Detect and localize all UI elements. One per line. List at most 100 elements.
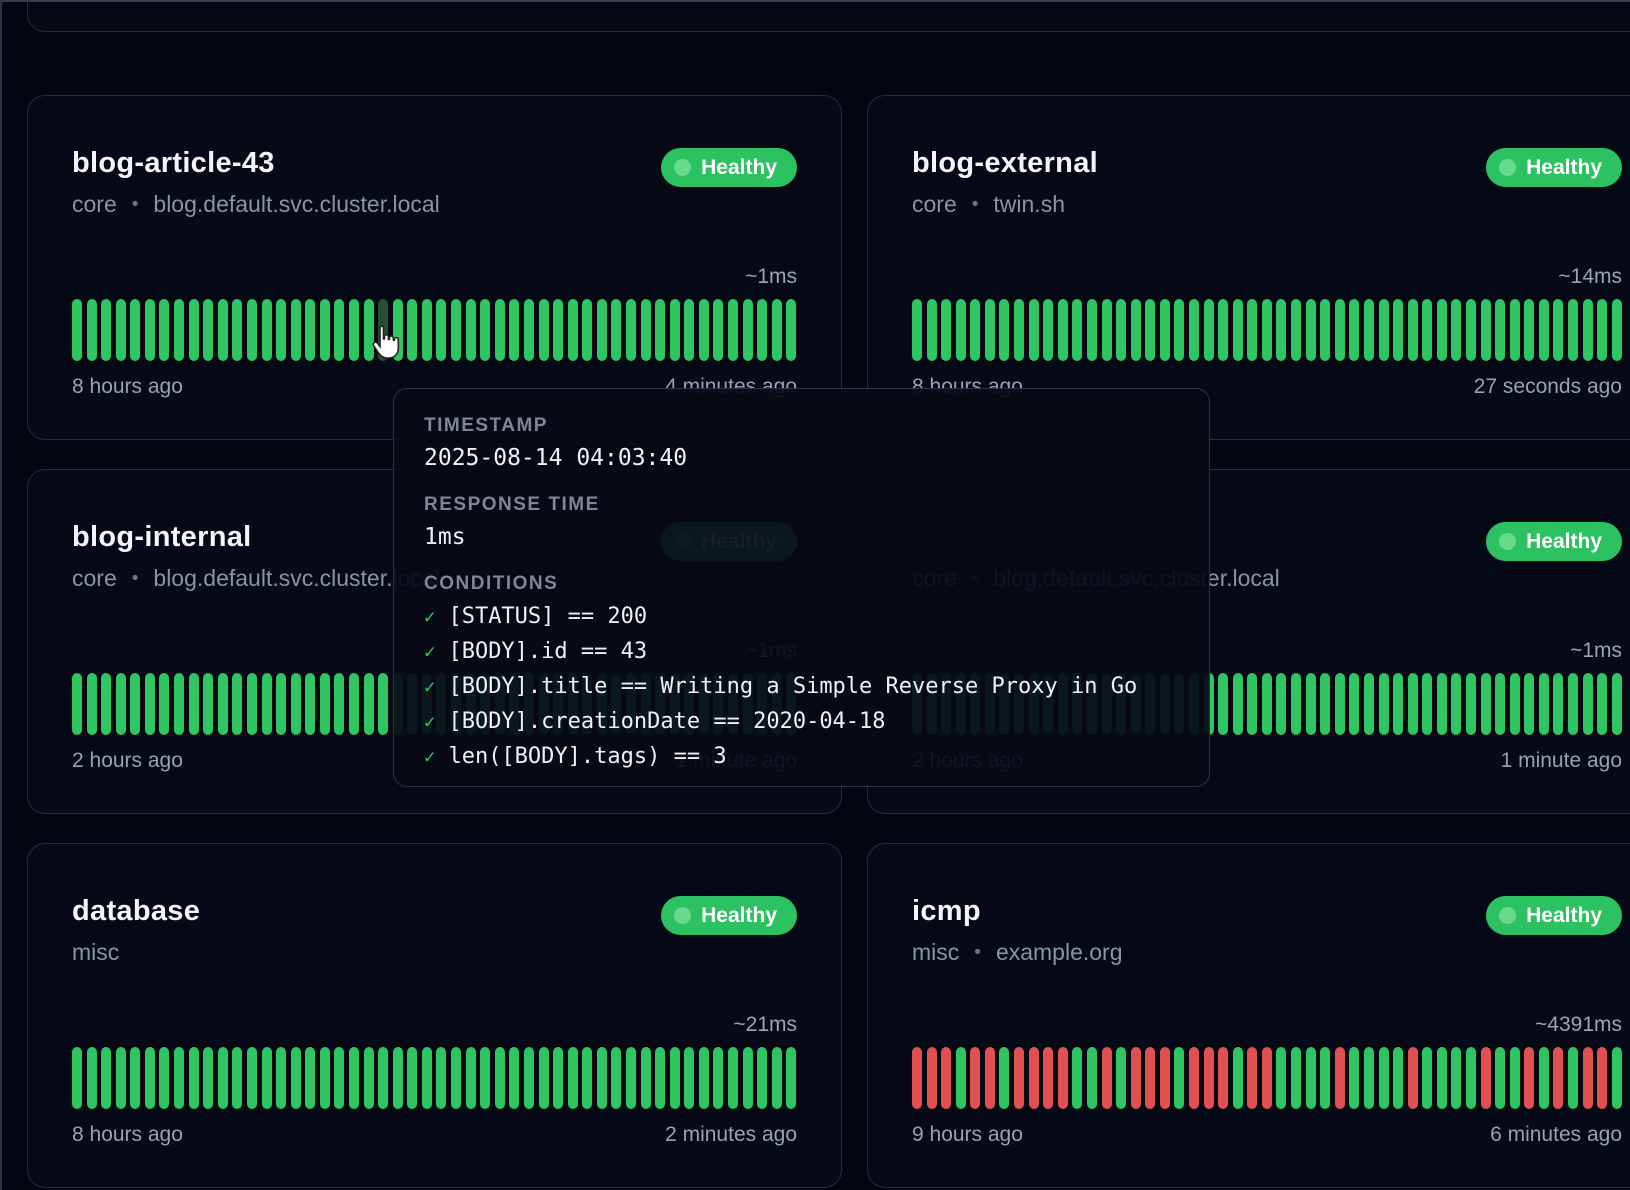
uptime-bar[interactable] <box>1481 299 1491 361</box>
uptime-bar[interactable] <box>145 1047 155 1109</box>
uptime-bar[interactable] <box>1102 1047 1112 1109</box>
uptime-bar[interactable] <box>1568 1047 1578 1109</box>
uptime-bar[interactable] <box>985 299 995 361</box>
uptime-bar[interactable] <box>1437 673 1447 735</box>
uptime-bar[interactable] <box>568 1047 578 1109</box>
uptime-bar[interactable] <box>87 299 97 361</box>
uptime-bar[interactable] <box>1218 299 1228 361</box>
uptime-bar[interactable] <box>334 673 344 735</box>
uptime-bar[interactable] <box>568 299 578 361</box>
uptime-bar[interactable] <box>1553 299 1563 361</box>
uptime-bar[interactable] <box>772 1047 782 1109</box>
uptime-bar[interactable] <box>218 299 228 361</box>
uptime-bar[interactable] <box>1437 1047 1447 1109</box>
uptime-bar[interactable] <box>1481 1047 1491 1109</box>
uptime-bar[interactable] <box>159 299 169 361</box>
uptime-bar[interactable] <box>1116 299 1126 361</box>
uptime-bar[interactable] <box>130 673 140 735</box>
previous-card-partial[interactable] <box>27 0 1630 32</box>
uptime-bar[interactable] <box>364 673 374 735</box>
uptime-bar[interactable] <box>743 1047 753 1109</box>
uptime-bar[interactable] <box>1189 299 1199 361</box>
uptime-bar[interactable] <box>553 299 563 361</box>
uptime-bar[interactable] <box>1306 673 1316 735</box>
uptime-bar[interactable] <box>970 299 980 361</box>
uptime-bar[interactable] <box>1058 1047 1068 1109</box>
uptime-bar[interactable] <box>218 673 228 735</box>
uptime-bar[interactable] <box>1597 673 1607 735</box>
uptime-bar[interactable] <box>1539 1047 1549 1109</box>
uptime-bar[interactable] <box>1189 1047 1199 1109</box>
uptime-bar[interactable] <box>1247 1047 1257 1109</box>
uptime-bar[interactable] <box>1262 299 1272 361</box>
uptime-bar[interactable] <box>509 299 519 361</box>
uptime-bar[interactable] <box>539 299 549 361</box>
uptime-bar[interactable] <box>1568 299 1578 361</box>
uptime-bar[interactable] <box>334 299 344 361</box>
uptime-bar[interactable] <box>1291 673 1301 735</box>
uptime-bar[interactable] <box>1393 673 1403 735</box>
uptime-bar[interactable] <box>1466 1047 1476 1109</box>
uptime-bar[interactable] <box>480 299 490 361</box>
uptime-bar[interactable] <box>436 1047 446 1109</box>
uptime-bar[interactable] <box>1539 673 1549 735</box>
uptime-bar[interactable] <box>116 299 126 361</box>
uptime-bar[interactable] <box>985 1047 995 1109</box>
uptime-bar[interactable] <box>291 673 301 735</box>
uptime-bar[interactable] <box>772 299 782 361</box>
uptime-bar[interactable] <box>72 299 82 361</box>
uptime-bar[interactable] <box>218 1047 228 1109</box>
uptime-bar[interactable] <box>1510 673 1520 735</box>
uptime-bar[interactable] <box>305 673 315 735</box>
uptime-bar[interactable] <box>1306 299 1316 361</box>
uptime-bar[interactable] <box>1247 299 1257 361</box>
uptime-bar[interactable] <box>1204 299 1214 361</box>
uptime-bar[interactable] <box>713 299 723 361</box>
uptime-bar[interactable] <box>927 299 937 361</box>
uptime-bar[interactable] <box>422 1047 432 1109</box>
uptime-bar[interactable] <box>524 1047 534 1109</box>
uptime-bar[interactable] <box>320 1047 330 1109</box>
uptime-bar[interactable] <box>611 1047 621 1109</box>
uptime-bar[interactable] <box>203 673 213 735</box>
uptime-bar[interactable] <box>970 1047 980 1109</box>
uptime-bar[interactable] <box>1262 1047 1272 1109</box>
uptime-bar[interactable] <box>276 673 286 735</box>
uptime-bar[interactable] <box>1043 299 1053 361</box>
uptime-bar[interactable] <box>670 299 680 361</box>
uptime-bar[interactable] <box>713 1047 723 1109</box>
uptime-bar[interactable] <box>1597 299 1607 361</box>
uptime-bar[interactable] <box>101 1047 111 1109</box>
uptime-bar[interactable] <box>247 673 257 735</box>
uptime-bar[interactable] <box>276 299 286 361</box>
uptime-bar[interactable] <box>87 1047 97 1109</box>
uptime-bar[interactable] <box>1553 1047 1563 1109</box>
uptime-bar[interactable] <box>247 299 257 361</box>
uptime-bar[interactable] <box>956 299 966 361</box>
uptime-bar[interactable] <box>1524 673 1534 735</box>
uptime-bar[interactable] <box>1160 1047 1170 1109</box>
uptime-bar[interactable] <box>1058 299 1068 361</box>
uptime-bar[interactable] <box>305 1047 315 1109</box>
uptime-bar[interactable] <box>1306 1047 1316 1109</box>
uptime-bar[interactable] <box>1422 1047 1432 1109</box>
uptime-bar[interactable] <box>232 673 242 735</box>
uptime-bar[interactable] <box>1379 299 1389 361</box>
uptime-bar[interactable] <box>159 673 169 735</box>
uptime-bar[interactable] <box>999 1047 1009 1109</box>
uptime-bar[interactable] <box>1247 673 1257 735</box>
uptime-bar[interactable] <box>641 1047 651 1109</box>
uptime-bar[interactable] <box>597 1047 607 1109</box>
uptime-bar[interactable] <box>145 299 155 361</box>
uptime-bar[interactable] <box>320 299 330 361</box>
uptime-bar[interactable] <box>262 1047 272 1109</box>
uptime-bar[interactable] <box>1349 1047 1359 1109</box>
uptime-bar[interactable] <box>1393 1047 1403 1109</box>
uptime-bar[interactable] <box>1408 1047 1418 1109</box>
uptime-bar[interactable] <box>757 299 767 361</box>
uptime-bar[interactable] <box>611 299 621 361</box>
uptime-bar[interactable] <box>145 673 155 735</box>
uptime-bar[interactable] <box>1233 299 1243 361</box>
uptime-bar[interactable] <box>941 1047 951 1109</box>
uptime-bar[interactable] <box>495 1047 505 1109</box>
